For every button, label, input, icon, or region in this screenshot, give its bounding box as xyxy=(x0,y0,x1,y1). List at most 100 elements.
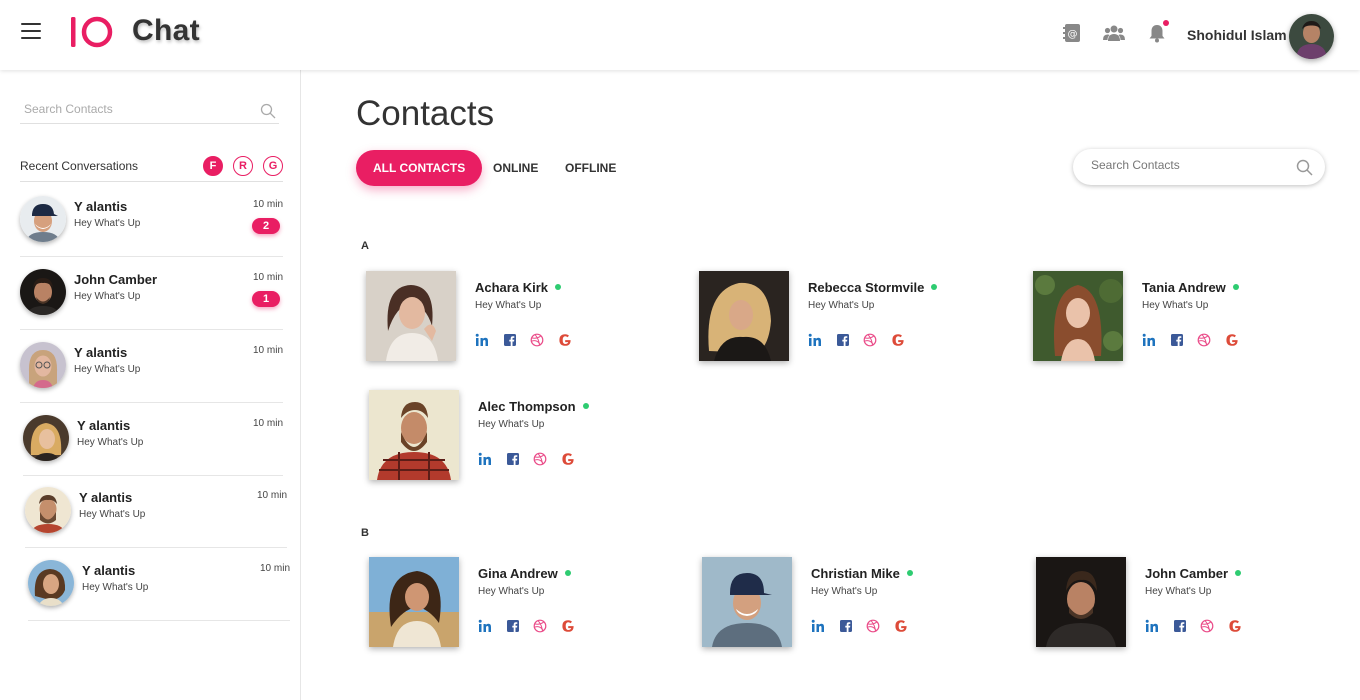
google-icon[interactable] xyxy=(1225,333,1239,347)
sidebar-search-input[interactable] xyxy=(20,100,240,118)
contact-card[interactable]: Tania Andrew Hey What's Up xyxy=(1033,271,1333,363)
facebook-icon[interactable] xyxy=(1173,619,1187,633)
conversation-time: 10 min xyxy=(259,563,290,574)
online-status-dot xyxy=(906,569,913,576)
avatar xyxy=(20,342,66,388)
conversation-item[interactable]: Y alantis Hey What's Up 10 min xyxy=(23,403,283,476)
conversation-preview: Hey What's Up xyxy=(74,291,141,302)
conversation-item[interactable]: Y alantis Hey What's Up 10 min xyxy=(20,330,283,403)
sidebar-search xyxy=(20,100,279,124)
tab-all-contacts[interactable]: ALL CONTACTS xyxy=(356,150,483,186)
facebook-icon[interactable] xyxy=(836,333,850,347)
google-icon[interactable] xyxy=(891,333,905,347)
user-name: Shohidul Islam xyxy=(1187,27,1287,43)
linkedin-icon[interactable] xyxy=(1142,333,1156,347)
contact-card[interactable]: Achara Kirk Hey What's Up xyxy=(366,271,666,363)
conversation-preview: Hey What's Up xyxy=(82,582,149,593)
google-icon[interactable] xyxy=(558,333,572,347)
conversation-name: John Camber xyxy=(74,272,158,287)
contact-name: Rebecca Stormvile xyxy=(808,280,938,295)
linkedin-icon[interactable] xyxy=(1145,619,1159,633)
app-title: Chat xyxy=(132,14,200,47)
conversation-item[interactable]: Y alantis Hey What's Up 10 min 2 xyxy=(20,184,283,257)
user-avatar[interactable] xyxy=(1289,14,1334,59)
google-icon[interactable] xyxy=(1228,619,1242,633)
contact-status-message: Hey What's Up xyxy=(1145,586,1212,597)
contact-card[interactable]: Alec Thompson Hey What's Up xyxy=(369,390,669,482)
linkedin-icon[interactable] xyxy=(811,619,825,633)
filter-recent-button[interactable]: R xyxy=(233,156,253,176)
search-icon[interactable] xyxy=(260,103,276,119)
google-icon[interactable] xyxy=(561,452,575,466)
linkedin-icon[interactable] xyxy=(478,452,492,466)
conversation-preview: Hey What's Up xyxy=(74,364,141,375)
dribbble-icon[interactable] xyxy=(530,333,544,347)
contact-status-message: Hey What's Up xyxy=(808,300,875,311)
dribbble-icon[interactable] xyxy=(1200,619,1214,633)
contact-status-message: Hey What's Up xyxy=(478,419,545,430)
linkedin-icon[interactable] xyxy=(808,333,822,347)
conversation-preview: Hey What's Up xyxy=(77,437,144,448)
filter-group-button[interactable]: G xyxy=(263,156,283,176)
search-icon[interactable] xyxy=(1296,159,1313,176)
conversation-name: Y alantis xyxy=(77,418,131,433)
tab-online[interactable]: ONLINE xyxy=(493,150,538,186)
dribbble-icon[interactable] xyxy=(1197,333,1211,347)
contact-card[interactable]: John Camber Hey What's Up xyxy=(1036,557,1336,649)
facebook-icon[interactable] xyxy=(503,333,517,347)
conversation-item[interactable]: Y alantis Hey What's Up 10 min xyxy=(25,475,287,548)
contact-status-message: Hey What's Up xyxy=(478,586,545,597)
avatar xyxy=(28,560,74,606)
avatar xyxy=(23,415,69,461)
address-book-icon[interactable]: @ xyxy=(1061,22,1083,44)
conversation-item[interactable]: John Camber Hey What's Up 10 min 1 xyxy=(20,257,283,330)
filter-favorites-button[interactable]: F xyxy=(203,156,223,176)
conversation-item[interactable]: Y alantis Hey What's Up 10 min xyxy=(28,548,290,621)
online-status-dot xyxy=(1232,283,1239,290)
conversation-name: Y alantis xyxy=(74,345,128,360)
facebook-icon[interactable] xyxy=(839,619,853,633)
conversation-preview: Hey What's Up xyxy=(79,509,146,520)
contact-status-message: Hey What's Up xyxy=(811,586,878,597)
online-status-dot xyxy=(564,569,571,576)
contact-photo xyxy=(702,557,792,647)
contact-status-message: Hey What's Up xyxy=(1142,300,1209,311)
contacts-search-input[interactable] xyxy=(1091,158,1281,172)
google-icon[interactable] xyxy=(894,619,908,633)
contact-name: Tania Andrew xyxy=(1142,280,1239,295)
page-title: Contacts xyxy=(356,94,495,133)
group-icon[interactable] xyxy=(1103,22,1125,44)
contact-card[interactable]: Rebecca Stormvile Hey What's Up xyxy=(699,271,999,363)
online-status-dot xyxy=(931,283,938,290)
google-icon[interactable] xyxy=(561,619,575,633)
contact-photo xyxy=(369,390,459,480)
bell-icon[interactable] xyxy=(1146,20,1169,44)
contact-name: Christian Mike xyxy=(811,566,913,581)
contact-card[interactable]: Christian Mike Hey What's Up xyxy=(702,557,1002,649)
svg-text:@: @ xyxy=(1068,29,1078,40)
contact-card[interactable]: Gina Andrew Hey What's Up xyxy=(369,557,669,649)
dribbble-icon[interactable] xyxy=(866,619,880,633)
top-header: Chat @ Shohidul Islam xyxy=(0,0,1360,70)
group-letter: B xyxy=(361,527,369,539)
linkedin-icon[interactable] xyxy=(475,333,489,347)
dribbble-icon[interactable] xyxy=(533,452,547,466)
hamburger-menu-icon[interactable] xyxy=(21,23,41,39)
avatar xyxy=(20,269,66,315)
tab-offline[interactable]: OFFLINE xyxy=(565,150,616,186)
facebook-icon[interactable] xyxy=(506,619,520,633)
contact-name: Gina Andrew xyxy=(478,566,571,581)
conversation-time: 10 min xyxy=(252,199,283,210)
linkedin-icon[interactable] xyxy=(478,619,492,633)
dribbble-icon[interactable] xyxy=(533,619,547,633)
contact-photo xyxy=(366,271,456,361)
conversation-name: Y alantis xyxy=(79,490,133,505)
facebook-icon[interactable] xyxy=(1170,333,1184,347)
contact-name: Alec Thompson xyxy=(478,399,589,414)
unread-badge: 2 xyxy=(252,218,280,234)
contacts-search xyxy=(1073,149,1325,185)
facebook-icon[interactable] xyxy=(506,452,520,466)
dribbble-icon[interactable] xyxy=(863,333,877,347)
unread-badge: 1 xyxy=(252,291,280,307)
avatar xyxy=(20,196,66,242)
